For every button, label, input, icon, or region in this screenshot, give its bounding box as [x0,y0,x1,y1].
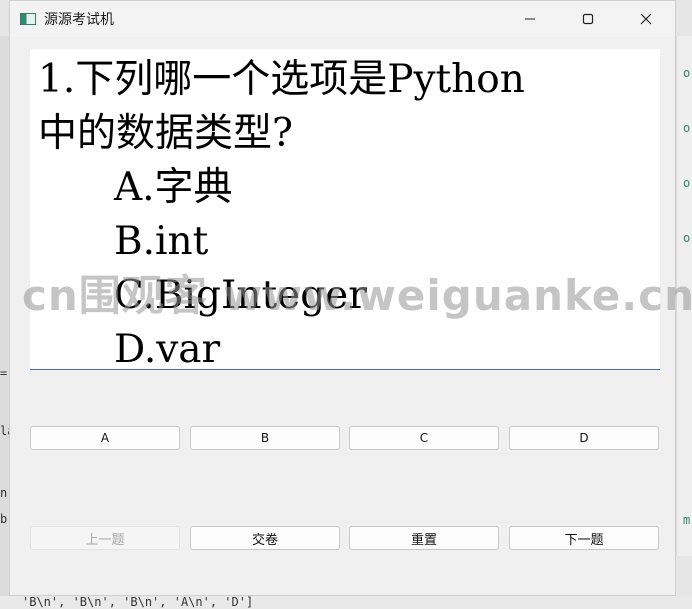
previous-question-button[interactable]: 上一题 [30,526,180,550]
answer-b-button[interactable]: B [190,426,340,450]
minimize-button[interactable] [501,1,559,37]
question-line: 1.下列哪一个选项是Python [38,57,525,102]
question-text-area[interactable]: 1.下列哪一个选项是Python 中的数据类型? A.字典 B.int C.Bi… [30,49,660,370]
close-icon [640,13,652,25]
background-code-line: 'B\n', 'B\n', 'B\n', 'A\n', 'D'] [0,596,692,609]
submit-exam-button[interactable]: 交卷 [190,526,340,550]
exam-window: 源源考试机 1.下列哪一个选项是Python 中的数据类型? A.字典 B.in… [9,0,676,596]
question-content: 1.下列哪一个选项是Python 中的数据类型? A.字典 B.int C.Bi… [38,53,628,370]
close-button[interactable] [617,1,675,37]
answer-a-button[interactable]: A [30,426,180,450]
background-text: o [683,121,691,135]
window-title: 源源考试机 [44,12,114,28]
option-c-text: C.BigInteger [114,273,367,318]
app-icon [20,13,36,25]
title-bar[interactable]: 源源考试机 [10,1,675,37]
option-b-text: B.int [114,219,209,264]
background-text: m [683,513,691,527]
background-text: b [0,512,8,526]
background-text: o [683,66,691,80]
window-controls [501,1,675,37]
background-text: n [0,486,8,500]
answer-d-button[interactable]: D [509,426,659,450]
maximize-icon [582,13,594,25]
option-a-text: A.字典 [114,165,233,210]
background-text: o [683,231,691,245]
background-text: = [0,366,8,380]
background-text: o [683,176,691,190]
answer-c-button[interactable]: C [349,426,499,450]
minimize-icon [525,18,535,20]
next-question-button[interactable]: 下一题 [509,526,659,550]
background-window-right: o o o o m [676,36,692,556]
option-d-text: D.var [114,327,221,370]
question-line: 中的数据类型? [38,111,293,156]
maximize-button[interactable] [559,1,617,37]
reset-button[interactable]: 重置 [349,526,499,550]
